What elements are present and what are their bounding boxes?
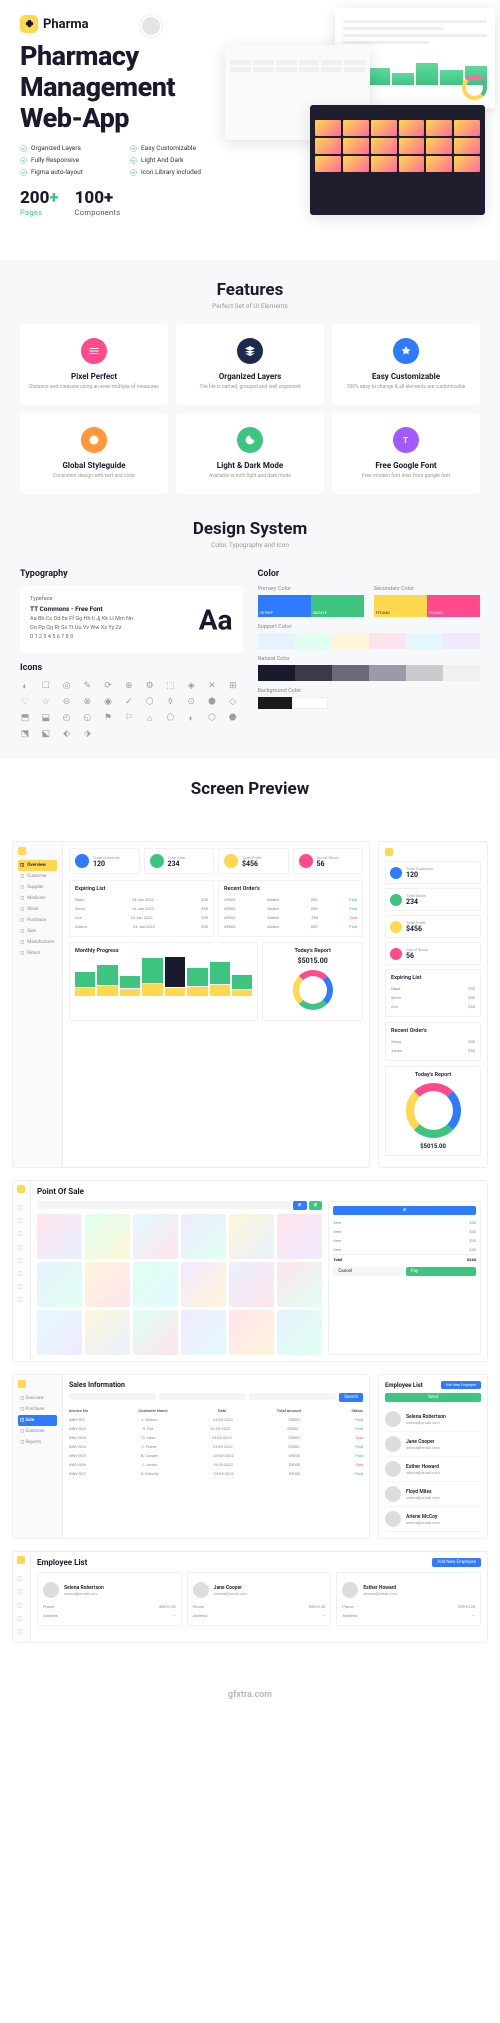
mode-icon [237, 427, 263, 453]
dashboard-preview: ◫ Overview ◫ Customer ◫ Supplier ◫ Medic… [12, 841, 370, 1168]
footer-watermark: gfxtra.com [0, 1675, 500, 1715]
feature-card: Light & Dark ModeAvailable in both light… [176, 413, 324, 494]
feature-card: Pixel PerfectDistance and measure using … [20, 324, 168, 405]
customize-icon [393, 338, 419, 364]
mobile-employee-preview: Employee List Add New Employee Send Sele… [378, 1374, 488, 1539]
pos-preview: ◫◫◫◫◫◫◫◫ Point Of Sale ⊞⊞ [12, 1180, 488, 1362]
features-section: Features Perfect Set of UI Elements Pixe… [0, 260, 500, 514]
logo-icon [20, 15, 38, 33]
design-system-grid: Typography Typeface TT Commons - Free Fo… [0, 569, 500, 759]
font-icon: T [393, 427, 419, 453]
feature-card: Organized LayersThe file is named, group… [176, 324, 324, 405]
feature-card: Global StyleguideConsistent design with … [20, 413, 168, 494]
brand-name: Pharma [43, 17, 89, 32]
preview-header: Screen Preview [0, 759, 500, 821]
typography-card: Typeface TT Commons - Free Font Aa Bb Cc… [20, 586, 243, 653]
hero-mockups [210, 0, 500, 250]
svg-text:T: T [403, 436, 408, 445]
feature-card: Easy Customizable100% easy to change & a… [332, 324, 480, 405]
employee-list-preview: ◫◫◫◫◫ Employee List Add New Employee Sel… [12, 1551, 488, 1643]
hero-section: Pharma Pharmacy Management Web-App Organ… [0, 0, 500, 260]
user-avatar [140, 15, 162, 37]
layers-icon [237, 338, 263, 364]
design-system-section: Design System Color, Typography and Icon [0, 514, 500, 569]
feature-checklist: Organized Layers Easy Customizable Fully… [20, 144, 230, 176]
section-title: Features [20, 280, 480, 300]
icons-grid: ◐☐◎✎⟳⊕⚙⬚◈✕⊞ ♡☆⊖⊗◉✓⬡◊⊙⬢◇ ⬒⬓◴◵⚑⚐⌂⬠◐⬡⬣ ⬔⬕⬖⬗ [20, 681, 243, 739]
styleguide-icon [81, 427, 107, 453]
mobile-dashboard-preview: Total Customer120 Total Sales234 Total P… [378, 841, 488, 1168]
pixel-icon [81, 338, 107, 364]
feature-card: TFree Google FontFree modern font Inter … [332, 413, 480, 494]
screen-previews: ◫ Overview ◫ Customer ◫ Supplier ◫ Medic… [0, 821, 500, 1675]
sales-preview: ◫ Overview ◫ Purchase ◫ Sale ◫ Customer … [12, 1374, 370, 1539]
